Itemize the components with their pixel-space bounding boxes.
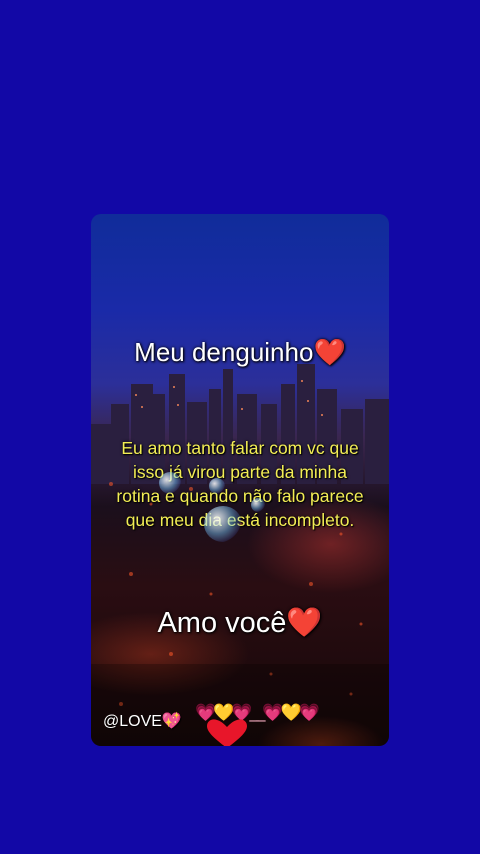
closing-label: Amo você — [157, 607, 287, 639]
post-card: Meu denguinho❤️ Eu amo tanto falar com v… — [91, 214, 389, 746]
heart-bubble-icon — [251, 498, 265, 512]
post-title: Meu denguinho❤️ — [91, 337, 389, 368]
closing-text: Amo você❤️ — [91, 606, 389, 640]
heart-bubble-icon — [159, 472, 181, 494]
title-text: Meu denguinho — [134, 337, 314, 367]
account-handle: @LOVE💖 — [103, 713, 182, 730]
red-heart-icon: ❤️ — [286, 607, 323, 639]
heart-bubble-icon — [204, 506, 242, 542]
red-heart-icon: ❤️ — [313, 337, 346, 367]
red-heart-icon — [207, 719, 247, 746]
heart-bubble-icon — [209, 478, 225, 494]
